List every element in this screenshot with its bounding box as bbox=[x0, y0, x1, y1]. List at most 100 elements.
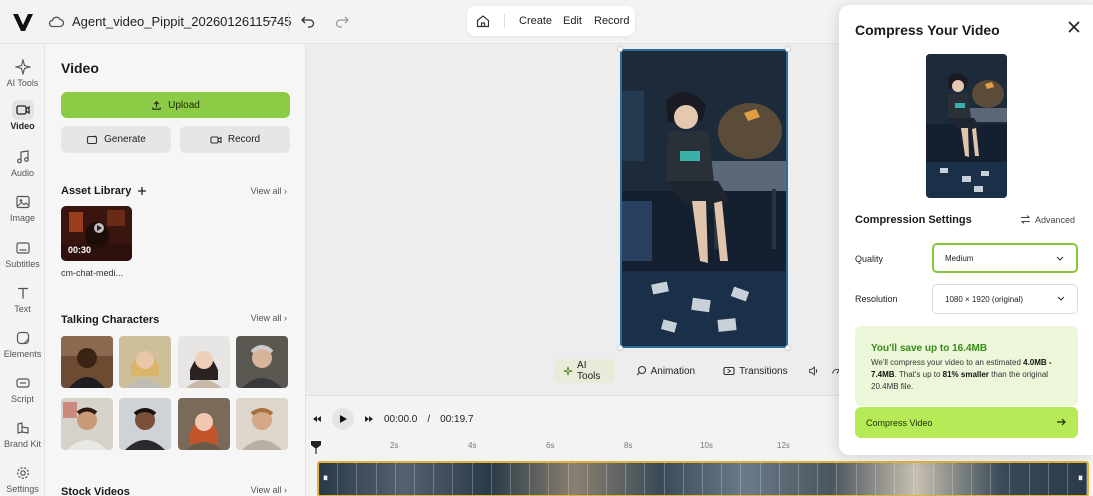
upload-label: Upload bbox=[168, 99, 200, 111]
subtitles-icon bbox=[15, 242, 30, 254]
stock-videos-title: Stock Videos bbox=[61, 486, 130, 496]
resize-handle[interactable] bbox=[785, 46, 791, 52]
asset-library-heading: Asset Library bbox=[61, 185, 147, 197]
resolution-label: Resolution bbox=[855, 294, 898, 304]
character-avatar[interactable] bbox=[61, 398, 113, 450]
transitions-button[interactable]: Transitions bbox=[715, 359, 796, 383]
dialog-title: Compress Your Video bbox=[855, 22, 1000, 38]
quality-label: Quality bbox=[855, 254, 884, 264]
volume-icon[interactable] bbox=[808, 364, 820, 378]
rail-item-subtitles[interactable]: Subtitles bbox=[0, 240, 45, 269]
generate-icon bbox=[87, 134, 98, 144]
play-icon bbox=[340, 415, 347, 423]
rail-label: Script bbox=[10, 394, 34, 404]
app-logo-icon[interactable] bbox=[12, 11, 34, 33]
character-avatar[interactable] bbox=[178, 336, 230, 388]
rail-item-audio[interactable]: Audio bbox=[0, 149, 45, 178]
clip-trim-handle-right[interactable]: ⏸ bbox=[1078, 473, 1083, 484]
redo-icon[interactable] bbox=[334, 13, 350, 29]
skip-back-icon[interactable] bbox=[312, 414, 322, 424]
resize-handle[interactable] bbox=[617, 345, 623, 351]
record-label: Record bbox=[227, 134, 261, 145]
divider bbox=[288, 13, 289, 31]
generate-label: Generate bbox=[104, 134, 146, 145]
clip-trim-handle-left[interactable]: ⏸ bbox=[323, 473, 328, 484]
clip-frames bbox=[319, 463, 1087, 495]
character-avatar[interactable] bbox=[119, 336, 171, 388]
text-icon bbox=[17, 287, 28, 299]
mode-edit-button[interactable]: Edit bbox=[563, 15, 582, 27]
chevron-down-icon bbox=[1057, 296, 1065, 301]
resize-handle[interactable] bbox=[785, 345, 791, 351]
elements-icon bbox=[16, 331, 29, 345]
video-track-clip[interactable]: ⏸ ⏸ bbox=[317, 461, 1089, 496]
asset-name: cm-chat-medi... bbox=[61, 268, 124, 278]
skip-forward-icon[interactable] bbox=[364, 414, 374, 424]
mode-switcher: Create Edit Record bbox=[467, 6, 635, 36]
left-nav-rail: AI Tools Video Audio Image Subtitles Tex… bbox=[0, 44, 45, 496]
asset-thumbnail[interactable]: 00:30 bbox=[61, 206, 132, 261]
rail-label: AI Tools bbox=[6, 78, 39, 88]
stock-videos-view-all[interactable]: View all › bbox=[251, 485, 287, 495]
character-avatar[interactable] bbox=[178, 398, 230, 450]
rail-item-ai-tools[interactable]: AI Tools bbox=[0, 59, 45, 88]
rail-item-script[interactable]: Script bbox=[0, 375, 45, 404]
undo-icon[interactable] bbox=[300, 13, 316, 29]
project-title[interactable]: Agent_video_Pippit_20260126115745 bbox=[72, 14, 292, 29]
time-separator: / bbox=[427, 413, 431, 425]
script-icon bbox=[15, 378, 30, 388]
image-icon bbox=[15, 195, 30, 209]
rail-item-elements[interactable]: Elements bbox=[0, 330, 45, 359]
character-avatar[interactable] bbox=[236, 336, 288, 388]
upload-icon bbox=[152, 100, 161, 110]
quality-select[interactable]: Medium bbox=[932, 243, 1078, 273]
advanced-label: Advanced bbox=[1035, 214, 1076, 225]
asset-library-view-all[interactable]: View all › bbox=[251, 186, 287, 196]
animation-label: Animation bbox=[650, 365, 696, 377]
rail-label: Audio bbox=[10, 168, 35, 178]
rail-label: Image bbox=[9, 213, 35, 223]
close-icon[interactable] bbox=[1066, 19, 1082, 35]
resize-handle[interactable] bbox=[617, 46, 623, 52]
tick-label: 10s bbox=[700, 441, 713, 450]
talking-characters-title: Talking Characters bbox=[61, 314, 160, 326]
video-preview[interactable] bbox=[620, 49, 788, 348]
asset-duration: 00:30 bbox=[68, 245, 92, 255]
talking-characters-view-all[interactable]: View all › bbox=[251, 313, 287, 323]
savings-callout: You'll save up to 16.4MB We'll compress … bbox=[855, 326, 1078, 406]
more-options-button[interactable]: ··· bbox=[262, 12, 279, 28]
ai-tools-button[interactable]: AI Tools bbox=[555, 359, 615, 383]
compress-video-button[interactable]: Compress Video bbox=[855, 407, 1078, 438]
home-icon[interactable] bbox=[475, 13, 491, 29]
play-button[interactable] bbox=[332, 408, 354, 430]
savings-percent: 81% smaller bbox=[942, 370, 989, 379]
tick-label: 12s bbox=[777, 441, 790, 450]
rail-item-video[interactable]: Video bbox=[0, 100, 45, 131]
upload-button[interactable]: Upload bbox=[61, 92, 290, 118]
quality-value: Medium bbox=[945, 253, 974, 263]
video-panel: Video Upload Generate Record Asset Libra… bbox=[45, 44, 306, 496]
rail-label: Subtitles bbox=[5, 259, 40, 269]
mode-record-button[interactable]: Record bbox=[594, 15, 629, 27]
rail-item-settings[interactable]: Settings bbox=[0, 465, 45, 494]
rail-label: Text bbox=[14, 304, 31, 314]
rail-item-brand-kit[interactable]: Brand Kit bbox=[0, 420, 45, 449]
generate-button[interactable]: Generate bbox=[61, 126, 171, 153]
compress-video-dialog: Compress Your Video Compression Settings… bbox=[839, 5, 1093, 455]
character-avatar[interactable] bbox=[119, 398, 171, 450]
playhead-icon[interactable] bbox=[310, 440, 322, 454]
music-note-icon bbox=[16, 150, 29, 164]
character-avatar[interactable] bbox=[61, 336, 113, 388]
record-button[interactable]: Record bbox=[180, 126, 290, 153]
rail-item-text[interactable]: Text bbox=[0, 285, 45, 314]
animation-button[interactable]: Animation bbox=[627, 359, 703, 383]
mode-create-button[interactable]: Create bbox=[519, 15, 552, 27]
advanced-button[interactable]: Advanced bbox=[1020, 214, 1075, 225]
panel-title: Video bbox=[61, 60, 99, 76]
rail-item-image[interactable]: Image bbox=[0, 194, 45, 223]
divider bbox=[504, 14, 505, 28]
cloud-sync-icon bbox=[48, 16, 64, 28]
resolution-select[interactable]: 1080 × 1920 (original) bbox=[932, 284, 1078, 314]
character-avatar[interactable] bbox=[236, 398, 288, 450]
add-icon[interactable] bbox=[137, 186, 147, 196]
